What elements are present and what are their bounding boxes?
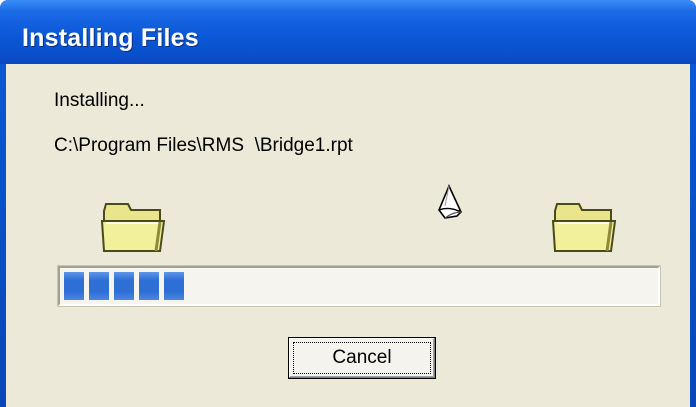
progress-chunk bbox=[64, 272, 84, 300]
progress-chunk bbox=[114, 272, 134, 300]
cancel-button[interactable]: Cancel bbox=[288, 337, 436, 379]
window-title: Installing Files bbox=[22, 24, 199, 52]
install-progress-bar bbox=[57, 265, 661, 307]
current-file-path: C:\Program Files\RMS \Bridge1.rpt bbox=[54, 135, 353, 156]
progress-bar-fill bbox=[64, 272, 184, 300]
progress-chunk bbox=[139, 272, 159, 300]
progress-chunk bbox=[164, 272, 184, 300]
progress-chunk bbox=[89, 272, 109, 300]
cancel-button-label: Cancel bbox=[332, 347, 392, 368]
flying-paper-icon bbox=[438, 184, 462, 219]
install-dialog-window: Installing Files Installing... C:\Progra… bbox=[0, 0, 696, 407]
folder-icon bbox=[100, 203, 166, 252]
status-label: Installing... bbox=[54, 90, 145, 111]
folder-icon bbox=[551, 203, 617, 252]
title-bar[interactable]: Installing Files bbox=[0, 0, 696, 64]
dialog-client-area: Installing... C:\Program Files\RMS \Brid… bbox=[6, 64, 690, 407]
